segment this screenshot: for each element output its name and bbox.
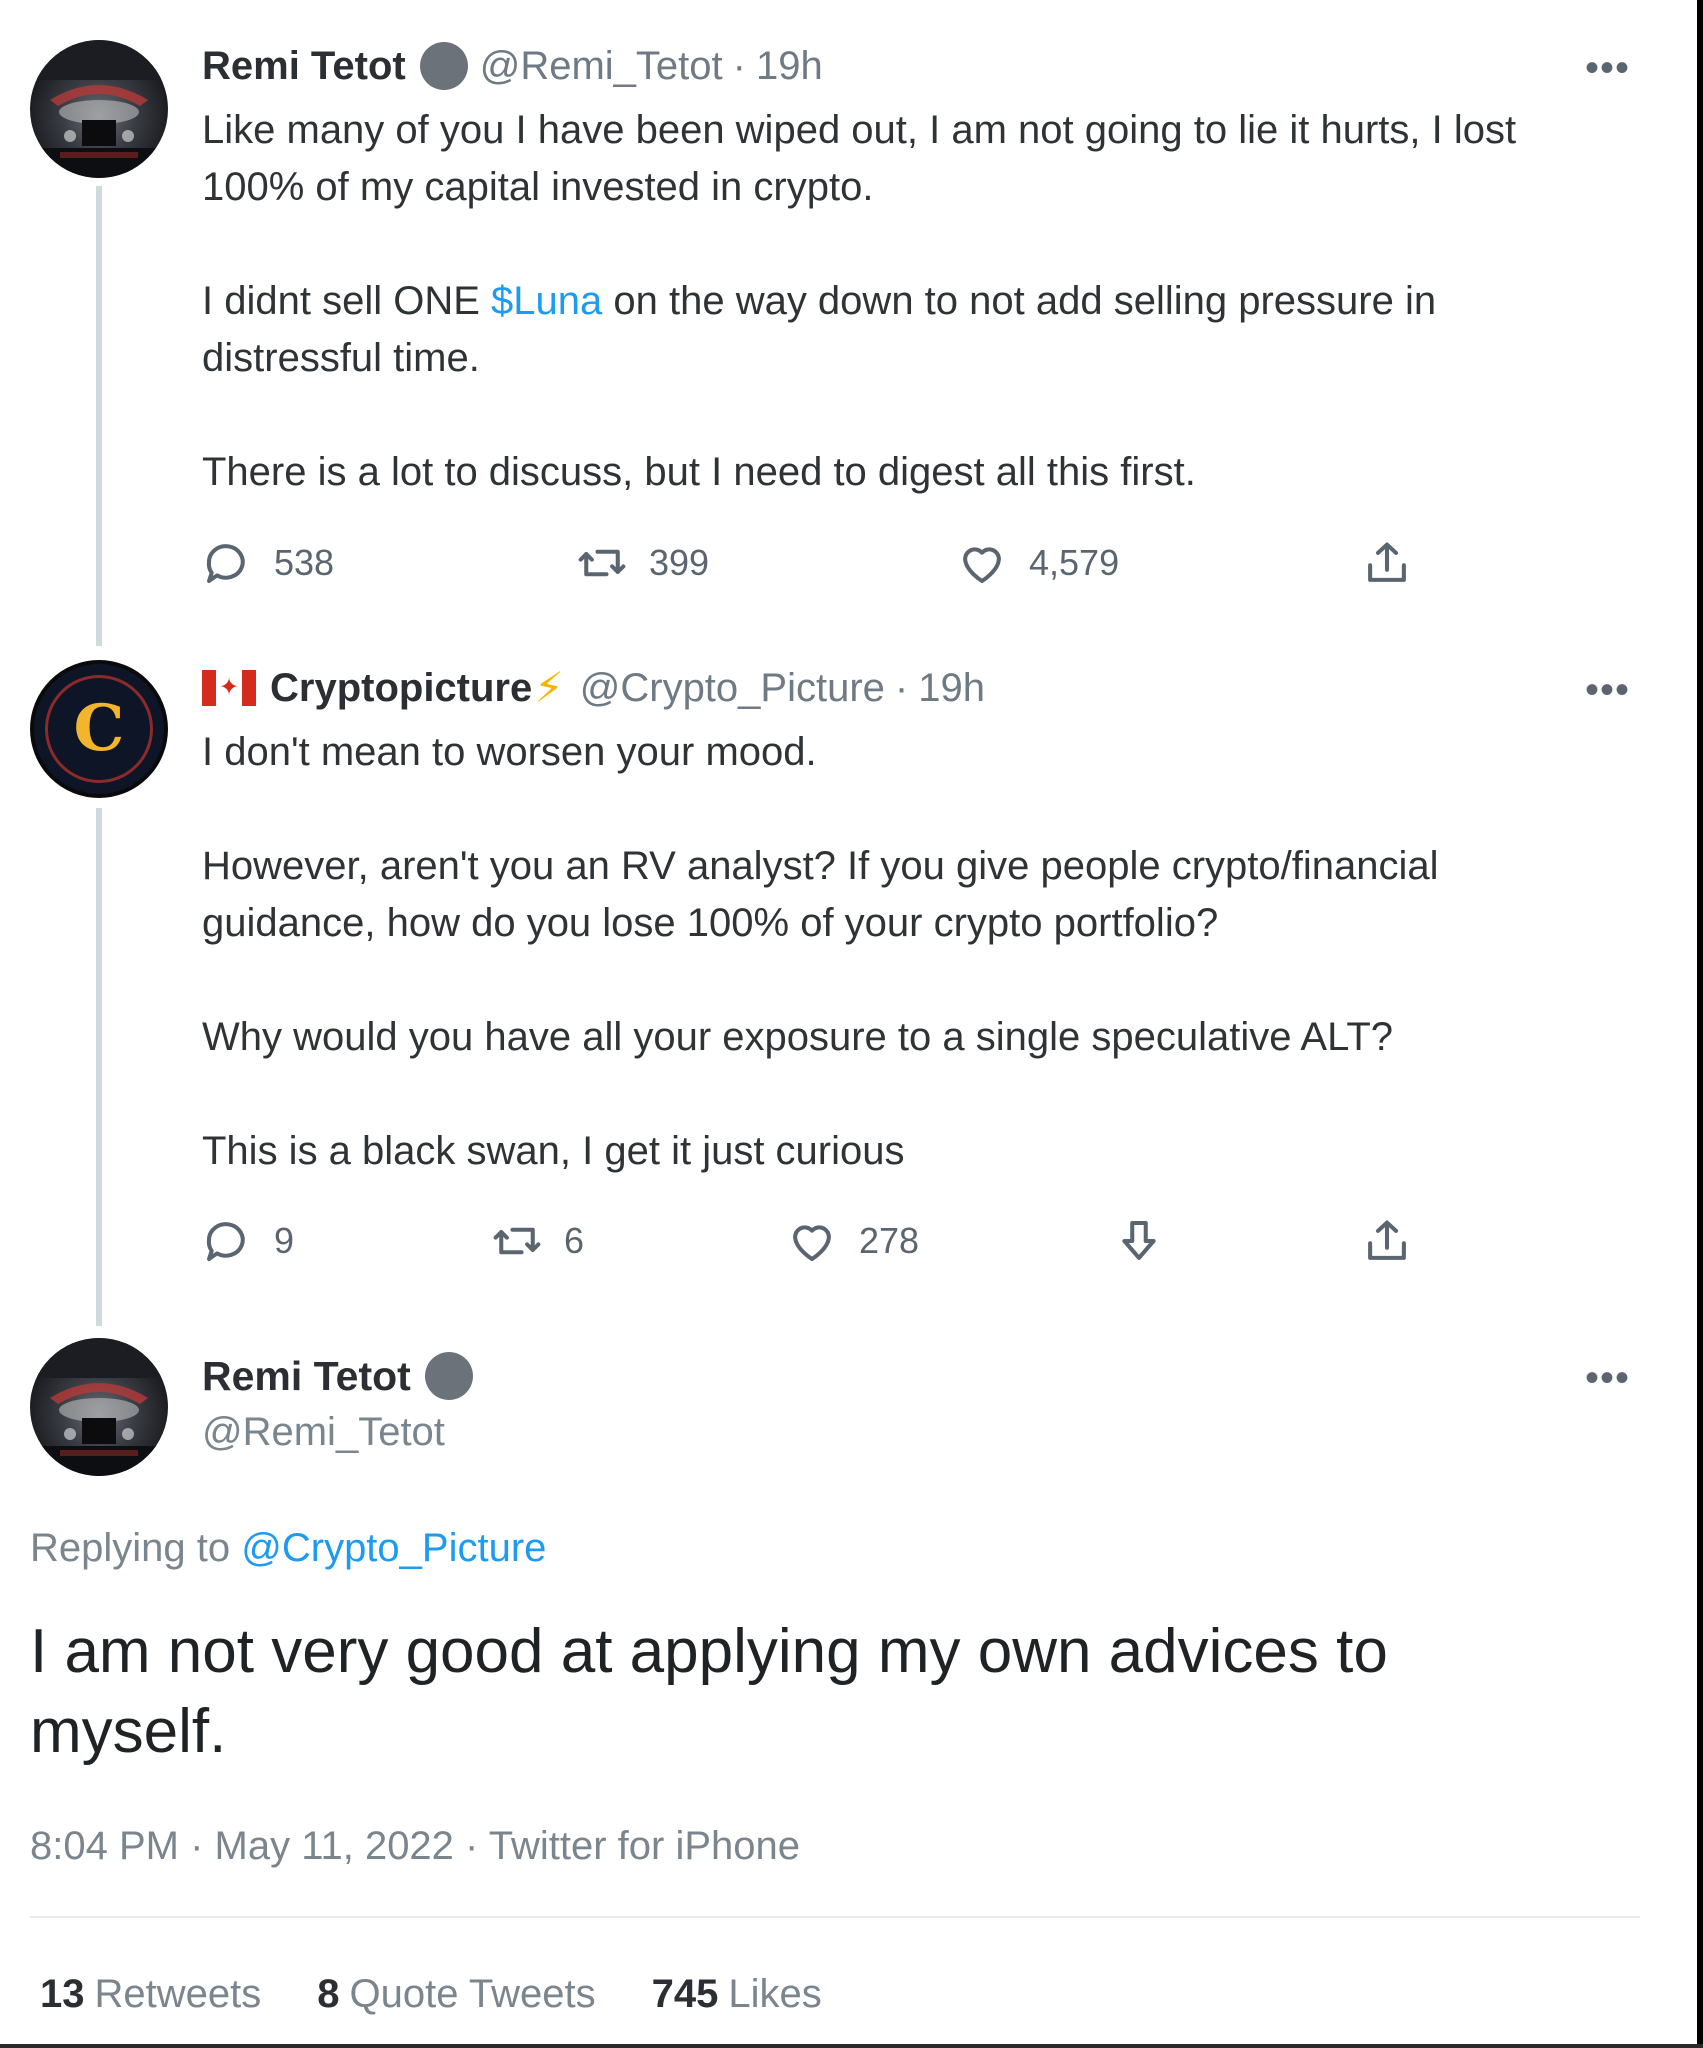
- avatar-remi[interactable]: [30, 40, 168, 178]
- author-name[interactable]: Remi Tetot: [202, 42, 406, 90]
- replying-to-link[interactable]: @Crypto_Picture: [241, 1526, 546, 1570]
- avatar-letter: C: [73, 691, 125, 766]
- like-button[interactable]: 4,579: [955, 536, 1119, 590]
- tweet-actions: 9 6 278: [200, 1214, 1450, 1274]
- quote-tweets-label: Quote Tweets: [349, 1972, 596, 2016]
- heart-icon: [793, 1225, 831, 1262]
- canada-flag-icon: ✦: [202, 670, 256, 706]
- retweets-stat[interactable]: 13 Retweets: [40, 1970, 261, 2018]
- main-tweet-text: I am not very good at applying my own ad…: [30, 1617, 1388, 1766]
- tweet-header: ✦ Cryptopicture ⚡ @Crypto_Picture · 19h: [202, 664, 985, 712]
- more-options-icon[interactable]: •••: [1585, 670, 1630, 710]
- like-button[interactable]: 278: [785, 1214, 919, 1268]
- retweets-label: Retweets: [94, 1972, 262, 2016]
- retweet-count: 399: [649, 542, 710, 583]
- retweet-icon: [578, 549, 626, 577]
- author-name-row: Remi Tetot: [202, 1352, 485, 1400]
- avatar-image: [30, 40, 168, 178]
- reply-icon: [206, 544, 245, 584]
- author-handle[interactable]: @Remi_Tetot: [202, 1408, 445, 1456]
- tweet-time[interactable]: 19h: [918, 664, 985, 712]
- share-icon: [1368, 1220, 1406, 1260]
- author-name[interactable]: Cryptopicture: [270, 664, 532, 712]
- replying-to: Replying to @Crypto_Picture: [30, 1524, 546, 1572]
- text-span: I didnt sell ONE: [202, 279, 492, 323]
- maple-leaf-icon: ✦: [216, 670, 242, 706]
- avatar-image: [30, 1338, 168, 1476]
- thread-line: [96, 808, 102, 1326]
- tweet-header: Remi Tetot @Remi_Tetot · 19h: [202, 42, 823, 90]
- separator: ·: [732, 44, 746, 88]
- retweet-count: 6: [564, 1220, 585, 1261]
- share-button[interactable]: [1360, 1214, 1414, 1268]
- divider: [30, 1916, 1640, 1918]
- likes-count: 745: [651, 1972, 719, 2016]
- verified-badge-icon: [424, 1352, 473, 1400]
- heart-icon: [963, 547, 1001, 584]
- tweet-paragraph: Why would you have all your exposure to …: [202, 1015, 1394, 1059]
- tweet-paragraph: Like many of you I have been wiped out, …: [202, 108, 1517, 209]
- lightning-icon: ⚡: [534, 664, 564, 711]
- thread-line: [96, 186, 102, 646]
- retweets-count: 13: [40, 1972, 85, 2016]
- tweet-paragraph: I didnt sell ONE $Luna on the way down t…: [202, 273, 1622, 387]
- window-edge: [1697, 0, 1703, 2048]
- author-name[interactable]: Remi Tetot: [202, 1352, 411, 1400]
- tweet-paragraph: I don't mean to worsen your mood.: [202, 730, 817, 774]
- separator: ·: [894, 666, 909, 710]
- downvote-button[interactable]: [1112, 1214, 1166, 1268]
- replying-label: Replying to: [30, 1526, 231, 1570]
- likes-stat[interactable]: 745 Likes: [652, 1970, 822, 2018]
- engagement-stats: 13 Retweets 8 Quote Tweets 745 Likes: [40, 1970, 822, 2018]
- like-count: 278: [859, 1220, 920, 1261]
- avatar-cryptopicture[interactable]: C: [30, 660, 168, 798]
- likes-label: Likes: [728, 1972, 822, 2016]
- verified-badge-icon: [419, 42, 468, 90]
- reply-count: 538: [274, 542, 335, 583]
- quote-tweets-stat[interactable]: 8 Quote Tweets: [317, 1970, 595, 2018]
- retweet-icon: [493, 1227, 541, 1255]
- more-options-icon[interactable]: •••: [1585, 48, 1630, 88]
- reply-count: 9: [274, 1220, 295, 1261]
- like-count: 4,579: [1029, 542, 1120, 583]
- tweet-text: I don't mean to worsen your mood. Howeve…: [202, 724, 1622, 1180]
- tweet-text: Like many of you I have been wiped out, …: [202, 102, 1622, 501]
- window-edge-bottom: [0, 2044, 1703, 2048]
- reply-button[interactable]: 9: [200, 1214, 294, 1268]
- reply-button[interactable]: 538: [200, 536, 334, 590]
- cashtag-link[interactable]: $Luna: [491, 279, 602, 323]
- author-handle[interactable]: @Crypto_Picture: [580, 664, 885, 712]
- reply-icon: [206, 1222, 245, 1262]
- share-button[interactable]: [1360, 536, 1414, 590]
- tweet-actions: 538 399 4,579: [200, 536, 1450, 596]
- avatar-ring: C: [45, 675, 153, 783]
- tweet-paragraph: This is a black swan, I get it just curi…: [202, 1129, 905, 1173]
- tweet-paragraph: There is a lot to discuss, but I need to…: [202, 450, 1196, 494]
- more-options-icon[interactable]: •••: [1585, 1358, 1630, 1398]
- downvote-arrow-icon: [1122, 1220, 1156, 1260]
- tweet-timestamp[interactable]: 8:04 PM · May 11, 2022 · Twitter for iPh…: [30, 1822, 800, 1870]
- tweet-paragraph: However, aren't you an RV analyst? If yo…: [202, 844, 1439, 945]
- quote-tweets-count: 8: [317, 1972, 340, 2016]
- author-handle[interactable]: @Remi_Tetot: [480, 42, 723, 90]
- retweet-button[interactable]: 6: [490, 1214, 584, 1268]
- tweet-time[interactable]: 19h: [756, 42, 823, 90]
- share-icon: [1368, 542, 1406, 582]
- retweet-button[interactable]: 399: [575, 536, 709, 590]
- avatar-remi[interactable]: [30, 1338, 168, 1476]
